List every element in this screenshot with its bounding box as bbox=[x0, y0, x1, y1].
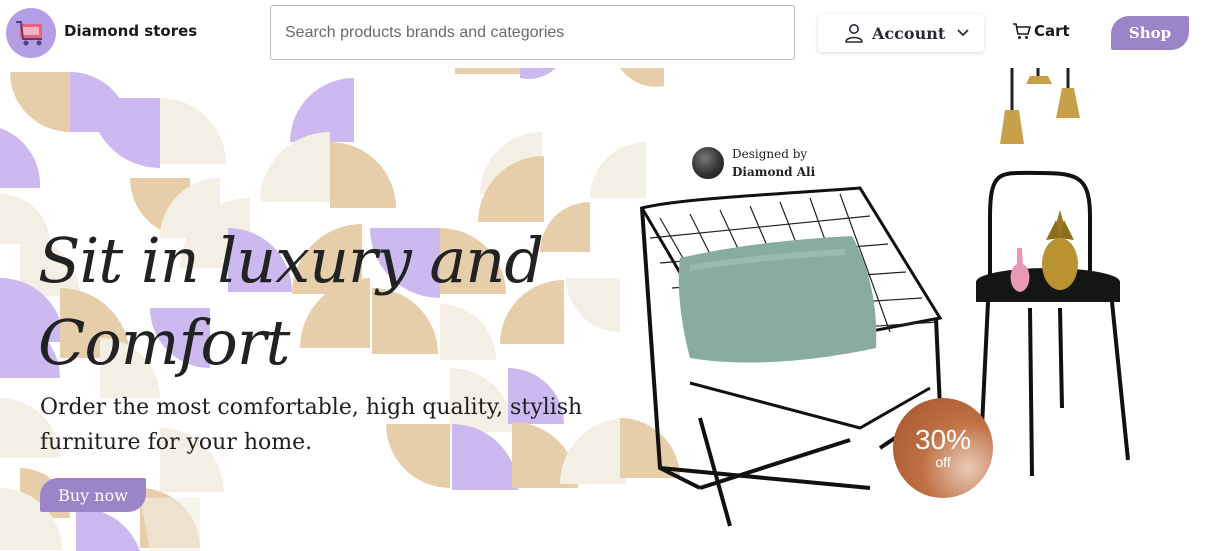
buy-now-button[interactable]: Buy now bbox=[40, 478, 146, 512]
shop-button[interactable]: Shop bbox=[1111, 16, 1189, 50]
designer-name[interactable]: Diamond Ali bbox=[732, 163, 815, 181]
search-input[interactable] bbox=[270, 5, 795, 60]
store-logo[interactable] bbox=[6, 8, 56, 58]
discount-badge: 30% off bbox=[893, 398, 993, 498]
designer-credit: Designed by Diamond Ali bbox=[690, 145, 815, 181]
user-icon bbox=[845, 24, 863, 43]
hero-headline-line-2: Comfort bbox=[38, 306, 290, 379]
discount-percentage: 30% bbox=[914, 424, 972, 455]
designer-caption: Designed by bbox=[732, 147, 808, 161]
discount-suffix: off bbox=[935, 454, 951, 470]
cart-icon bbox=[1013, 22, 1031, 39]
hero-headline: Sit in luxury and Comfort bbox=[38, 220, 598, 384]
chevron-down-icon bbox=[957, 29, 969, 37]
hero-subtitle-line-1: Order the most comfortable, high quality… bbox=[40, 395, 583, 420]
account-label: Account bbox=[872, 23, 946, 43]
designer-avatar[interactable] bbox=[690, 145, 726, 181]
chair-and-side-table-image bbox=[639, 68, 1130, 527]
top-navigation-bar: Diamond stores Account Cart Shop bbox=[0, 0, 1208, 68]
cart-label: Cart bbox=[1034, 22, 1070, 40]
hero-subtitle: Order the most comfortable, high quality… bbox=[40, 390, 620, 460]
hero-headline-line-1: Sit in luxury and bbox=[38, 224, 544, 297]
hero-subtitle-line-2: furniture for your home. bbox=[40, 430, 313, 455]
brand-name[interactable]: Diamond stores bbox=[64, 22, 197, 40]
shopping-cart-logo-icon bbox=[16, 21, 42, 46]
cart-button[interactable]: Cart bbox=[1012, 22, 1070, 40]
hero-banner: Sit in luxury and Comfort Order the most… bbox=[0, 68, 1208, 551]
account-dropdown-button[interactable]: Account bbox=[818, 14, 984, 52]
